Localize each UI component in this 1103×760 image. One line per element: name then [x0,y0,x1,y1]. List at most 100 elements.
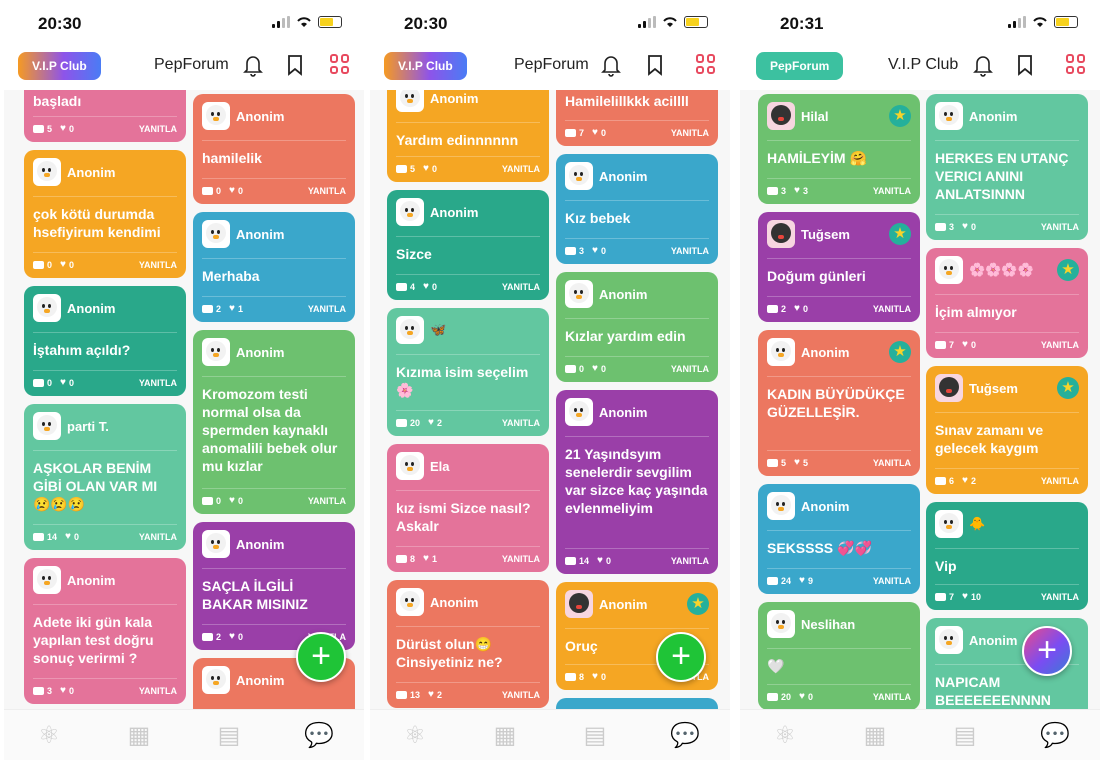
reply-button[interactable]: YANITLA [671,128,709,138]
chat-icon[interactable]: 💬 [304,720,334,750]
post-card[interactable]: Anonim Dürüst olun😁 Cinsiyetiniz ne? 13 ♥… [387,580,549,708]
post-card[interactable]: başladı 5 ♥ 0 YANITLA [24,90,186,142]
post-card[interactable]: Anonim Kız bebek 3 ♥ 0 YANITLA [556,154,718,264]
heart-icon[interactable]: ♥ [592,245,598,256]
news-icon[interactable]: ▤ [950,720,980,750]
reply-button[interactable]: YANITLA [873,692,911,702]
post-card[interactable]: 🦋 Kızıma isim seçelim 🌸 20 ♥ 2 YANITLA [387,308,549,436]
post-card[interactable]: 🌸🌸🌸🌸 ★ İçim almıyor 7 ♥ 0 YANITLA [926,248,1088,358]
heart-icon[interactable]: ♥ [229,303,235,314]
reply-button[interactable]: YANITLA [1041,222,1079,232]
heart-icon[interactable]: ♥ [592,671,598,682]
heart-icon[interactable]: ♥ [592,127,598,138]
heart-icon[interactable]: ♥ [60,685,66,696]
calendar-icon[interactable]: ▦ [490,720,520,750]
reply-button[interactable]: YANITLA [502,690,540,700]
heart-icon[interactable]: ♥ [423,163,429,174]
post-card[interactable]: Anonim HERKES EN UTANÇ VERICI ANINI ANLA… [926,94,1088,240]
heart-icon[interactable]: ♥ [423,553,429,564]
vip-club-button[interactable]: V.I.P Club [18,52,101,80]
post-card[interactable]: parti T. AŞKOLAR BENİM GİBİ OLAN VAR MI … [24,404,186,550]
post-card[interactable]: Anonim hamilelik 0 ♥ 0 YANITLA [193,94,355,204]
new-post-button[interactable]: + [656,632,706,682]
reply-button[interactable]: YANITLA [671,246,709,256]
post-card[interactable]: Tuğsem ★ Sınav zamanı ve gelecek kaygım 6… [926,366,1088,494]
post-card[interactable]: Anonim Kızlar yardım edin 0 ♥ 0 YANITLA [556,272,718,382]
heart-icon[interactable]: ♥ [962,475,968,486]
reply-button[interactable]: YANITLA [873,304,911,314]
post-card[interactable]: Ela kız ismi Sizce nasıl? Askalr 8 ♥ 1 YANI… [387,444,549,572]
post-card[interactable]: Anonim Adete iki gün kala yapılan test d… [24,558,186,704]
calendar-icon[interactable]: ▦ [124,720,154,750]
heart-icon[interactable]: ♥ [592,363,598,374]
pepforum-button[interactable]: PepForum [756,52,844,80]
reply-button[interactable]: YANITLA [502,554,540,564]
post-card[interactable]: Anonim SAÇLA İLGİLİ BAKAR MISINIZ 2♥0YAN… [193,522,355,650]
post-card[interactable]: 🐥 Vip 7 ♥ 10 YANITLA [926,502,1088,610]
heart-icon[interactable]: ♥ [423,281,429,292]
heart-icon[interactable]: ♥ [799,691,805,702]
post-card[interactable]: Anonim İştahım açıldı? 0 ♥ 0 YANITLA [24,286,186,396]
reply-button[interactable]: YANITLA [139,124,177,134]
heart-icon[interactable]: ♥ [962,591,968,602]
reply-button[interactable]: YANITLA [1041,340,1079,350]
heart-icon[interactable]: ♥ [794,303,800,314]
reply-button[interactable]: YANITLA [139,686,177,696]
post-card[interactable]: Hamilelillkkk acillll 7 ♥ 0 YANITLA [556,90,718,146]
heart-icon[interactable]: ♥ [597,555,603,566]
reply-button[interactable]: YANITLA [139,532,177,542]
heart-icon[interactable]: ♥ [229,631,235,642]
reply-button[interactable]: YANITLA [308,304,346,314]
post-card[interactable]: Anonim Sizce 4 ♥ 0 YANITLA [387,190,549,300]
reply-button[interactable]: YANITLA [1041,592,1079,602]
calendar-icon[interactable]: ▦ [860,720,890,750]
heart-icon[interactable]: ♥ [794,457,800,468]
reply-button[interactable]: YANITLA [502,164,540,174]
post-card[interactable]: Anonim 21 Yaşındsyım senelerdir sevgilim… [556,390,718,574]
heart-icon[interactable]: ♥ [962,339,968,350]
post-card[interactable]: Anonim Merhaba 2 ♥ 1 YANITLA [193,212,355,322]
atom-icon[interactable]: ⚛ [400,720,430,750]
bell-icon[interactable] [598,52,624,78]
bookmark-icon[interactable] [1012,52,1038,78]
post-card[interactable]: Anonim Yardım edinnnnnn 5 ♥ 0 YANITLA [387,90,549,182]
chat-icon[interactable]: 💬 [1040,720,1070,750]
reply-button[interactable]: YANITLA [139,378,177,388]
heart-icon[interactable]: ♥ [65,531,71,542]
atom-icon[interactable]: ⚛ [770,720,800,750]
reply-button[interactable]: YANITLA [873,576,911,586]
new-post-button[interactable]: + [296,632,346,682]
reply-button[interactable]: YANITLA [671,556,709,566]
reply-button[interactable]: YANITLA [873,458,911,468]
bell-icon[interactable] [970,52,996,78]
heart-icon[interactable]: ♥ [229,185,235,196]
post-card[interactable]: Anonim SEKSSSS 💞💞 24 ♥ 9 YANITLA [758,484,920,594]
atom-icon[interactable]: ⚛ [34,720,64,750]
heart-icon[interactable]: ♥ [60,259,66,270]
new-post-button[interactable]: + [1022,626,1072,676]
post-card[interactable]: Anonim ★ KADIN BÜYÜDÜKÇE GÜZELLEŞİR. 5 ♥ 5 Y… [758,330,920,476]
reply-button[interactable]: YANITLA [502,282,540,292]
news-icon[interactable]: ▤ [580,720,610,750]
heart-icon[interactable]: ♥ [794,185,800,196]
reply-button[interactable]: YANITLA [873,186,911,196]
chat-icon[interactable]: 💬 [670,720,700,750]
post-card[interactable]: Neslihan 🤍 20 ♥ 0 YANITLA [758,602,920,710]
news-icon[interactable]: ▤ [214,720,244,750]
heart-icon[interactable]: ♥ [962,221,968,232]
reply-button[interactable]: YANITLA [139,260,177,270]
post-card[interactable]: Tuğsem ★ Doğum günleri 2 ♥ 0 YANITLA [758,212,920,322]
reply-button[interactable]: YANITLA [308,186,346,196]
vip-club-button[interactable]: V.I.P Club [384,52,467,80]
heart-icon[interactable]: ♥ [60,123,66,134]
heart-icon[interactable]: ♥ [428,689,434,700]
bell-icon[interactable] [240,52,266,78]
reply-button[interactable]: YANITLA [502,418,540,428]
heart-icon[interactable]: ♥ [799,575,805,586]
heart-icon[interactable]: ♥ [60,377,66,388]
heart-icon[interactable]: ♥ [428,417,434,428]
reply-button[interactable]: YANITLA [308,496,346,506]
bookmark-icon[interactable] [642,52,668,78]
post-card[interactable]: Anonim çok kötü durumda hsefiyirum kendi… [24,150,186,278]
heart-icon[interactable]: ♥ [229,495,235,506]
